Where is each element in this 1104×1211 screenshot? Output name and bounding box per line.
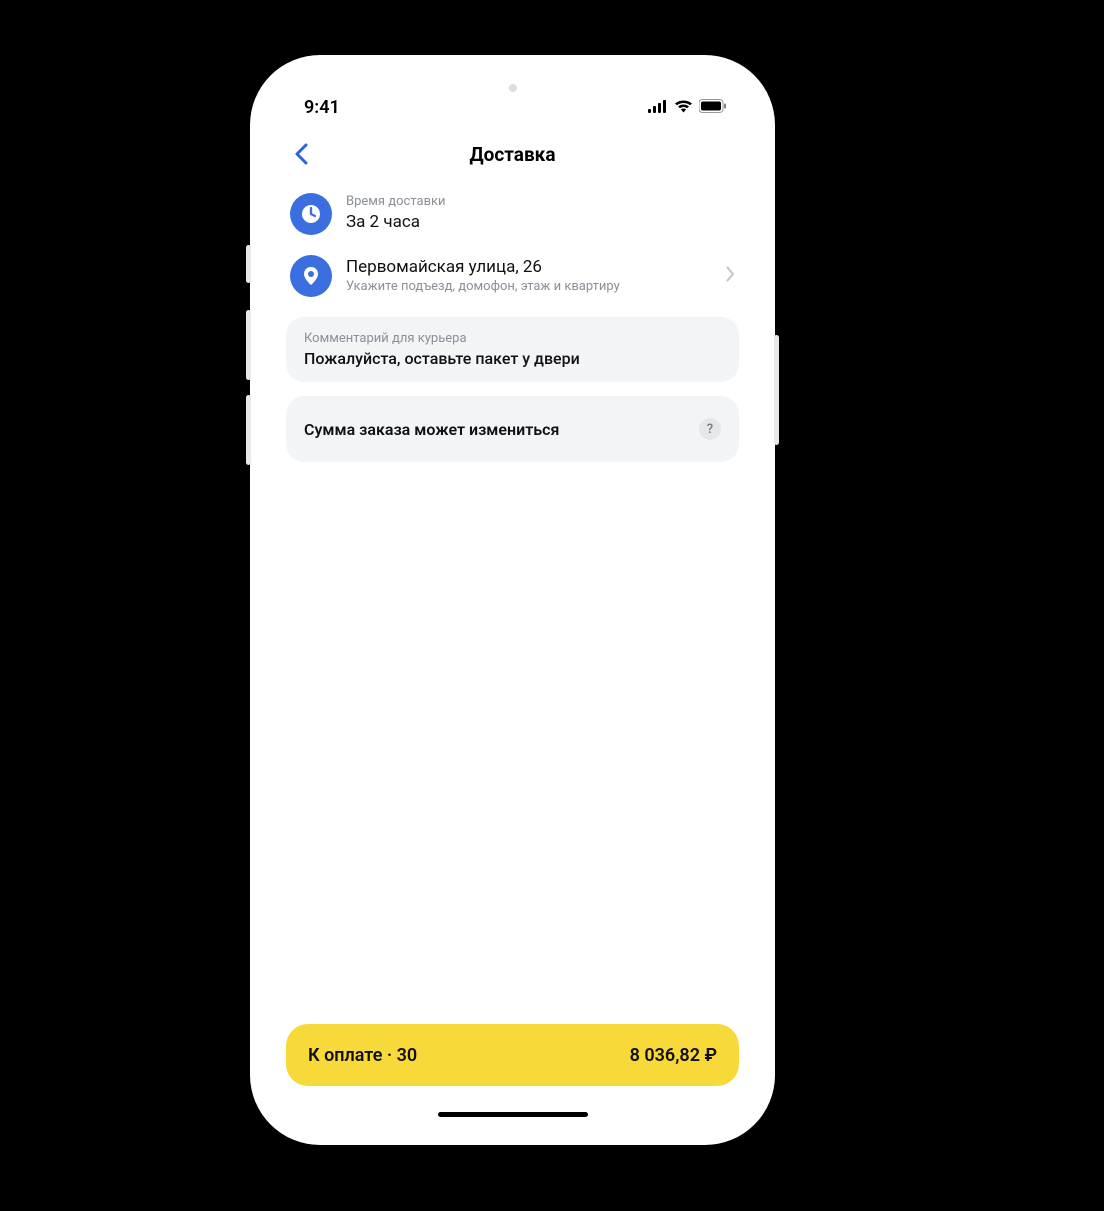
- pay-left: К оплате · 30: [308, 1045, 417, 1066]
- address-value: Первомайская улица, 26: [346, 256, 712, 279]
- status-right: [648, 97, 727, 118]
- delivery-time-row[interactable]: Время доставки За 2 часа: [286, 183, 739, 245]
- notch: [433, 73, 593, 103]
- phone-frame: 9:41 Доставка: [250, 55, 775, 1145]
- chevron-left-icon: [294, 143, 308, 165]
- price-notice-text: Сумма заказа может измениться: [304, 420, 559, 439]
- address-sub: Укажите подъезд, домофон, этаж и квартир…: [346, 279, 712, 296]
- back-button[interactable]: [286, 139, 316, 169]
- clock-icon: [290, 193, 332, 235]
- screen: 9:41 Доставка: [268, 73, 757, 1127]
- mute-switch: [246, 245, 251, 283]
- nav-bar: Доставка: [268, 131, 757, 177]
- pay-button[interactable]: К оплате · 30 8 036,82 ₽: [286, 1024, 739, 1086]
- content: Время доставки За 2 часа Первомайская ул…: [268, 177, 757, 1024]
- volume-down-button: [246, 395, 251, 465]
- battery-icon: [699, 97, 727, 118]
- address-row[interactable]: Первомайская улица, 26 Укажите подъезд, …: [286, 245, 739, 307]
- pay-right: 8 036,82 ₽: [630, 1045, 717, 1066]
- chevron-right-icon: [726, 266, 735, 286]
- help-icon[interactable]: ?: [699, 418, 721, 440]
- comment-value: Пожалуйста, оставьте пакет у двери: [304, 349, 721, 368]
- status-time: 9:41: [304, 97, 340, 118]
- delivery-time-value: За 2 часа: [346, 211, 735, 234]
- pay-bar-wrap: К оплате · 30 8 036,82 ₽: [268, 1024, 757, 1104]
- delivery-time-label: Время доставки: [346, 194, 735, 211]
- power-button: [774, 335, 779, 445]
- wifi-icon: [674, 97, 693, 118]
- page-title: Доставка: [268, 143, 757, 166]
- volume-up-button: [246, 310, 251, 380]
- courier-comment-card[interactable]: Комментарий для курьера Пожалуйста, оста…: [286, 317, 739, 382]
- home-indicator[interactable]: [438, 1112, 588, 1117]
- cellular-icon: [648, 97, 668, 118]
- comment-label: Комментарий для курьера: [304, 331, 721, 346]
- pin-icon: [290, 255, 332, 297]
- price-notice-card: Сумма заказа может измениться ?: [286, 396, 739, 462]
